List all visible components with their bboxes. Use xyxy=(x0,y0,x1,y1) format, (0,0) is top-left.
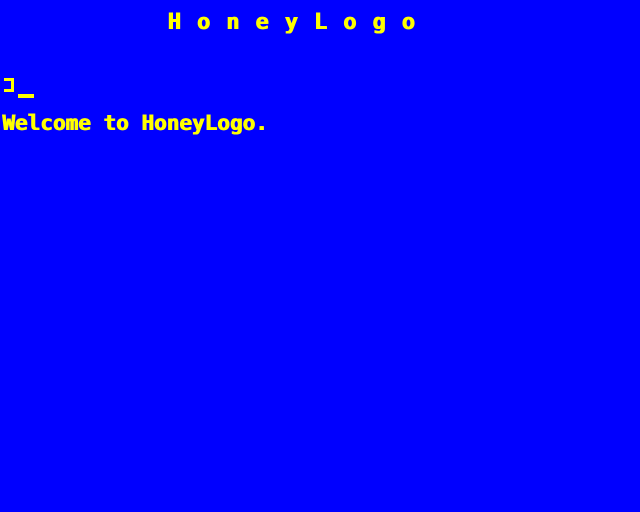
prompt-icon xyxy=(4,78,14,92)
app-title: HoneyLogo xyxy=(167,10,431,35)
command-line[interactable] xyxy=(2,78,202,100)
logo-screen[interactable]: HoneyLogo Welcome to HoneyLogo. xyxy=(0,0,640,512)
text-cursor-icon xyxy=(18,94,34,98)
welcome-message: Welcome to HoneyLogo. xyxy=(2,111,268,135)
